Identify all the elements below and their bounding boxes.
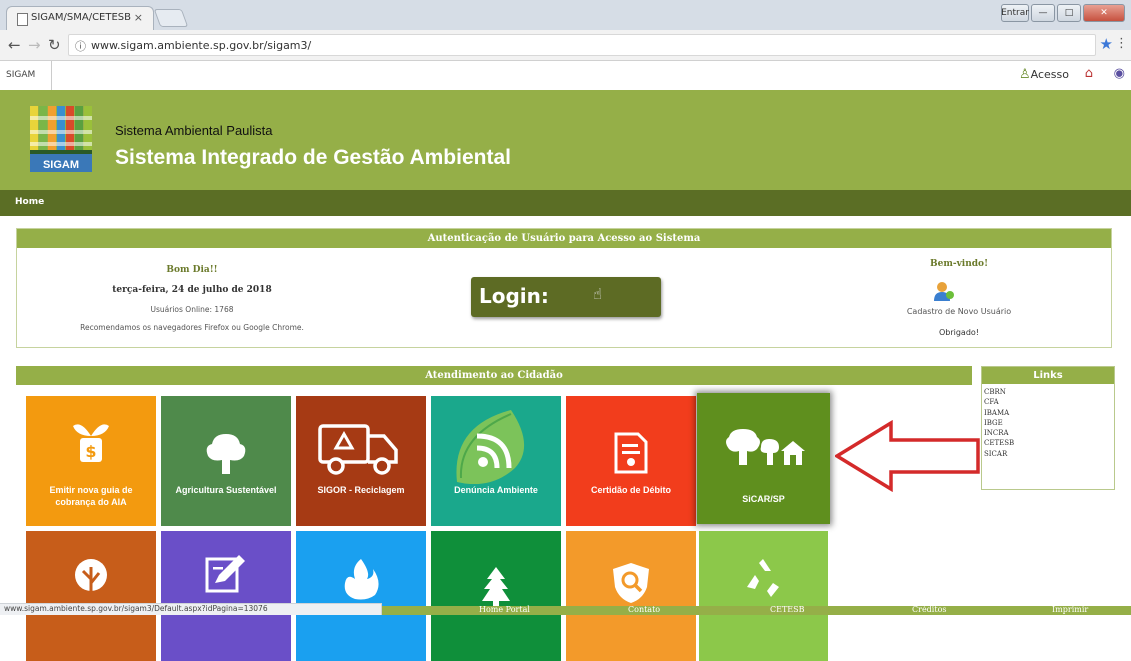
footer-contato-link[interactable]: Contato [628,605,660,614]
tile-label: SiCAR/SP [742,494,785,504]
header-title: Sistema Integrado de Gestão Ambiental [115,146,511,169]
search-shield-icon [613,563,649,603]
login-label: Login: [479,284,549,308]
cursor-hand-icon: ☝ [593,285,603,303]
tile-fire[interactable] [296,531,426,661]
header-subtitle: Sistema Ambiental Paulista [115,123,273,138]
tile-sicar[interactable]: SiCAR/SP [697,393,830,524]
maximize-button[interactable]: □ [1057,4,1081,22]
edit-document-icon [205,555,245,593]
browser-tab[interactable]: SIGAM/SMA/CETESB × [6,6,154,30]
tile-label: SIGOR - Reciclagem [317,485,405,495]
recycling-truck-icon [318,424,398,475]
browser-recommendation: Recomendamos os navegadores Firefox ou G… [80,323,304,332]
logo-text: SIGAM [43,159,79,171]
link-cetesb[interactable]: CETESB [984,438,1014,448]
certificate-icon [614,432,648,474]
new-tab-button[interactable] [153,9,189,27]
auth-header: Autenticação de Usuário para Acesso ao S… [17,229,1111,248]
online-users: Usuários Online: 1768 [150,305,234,314]
bookmark-star-icon[interactable]: ★ [1100,35,1113,53]
login-button[interactable]: Login: ☝ [471,277,661,317]
tile-label: Agricultura Sustentável [175,485,277,495]
user-icon: ♙ [1019,67,1031,82]
tile-recycle[interactable] [699,531,828,661]
sigam-logo: SIGAM [30,106,92,172]
browser-tab-bar: SIGAM/SMA/CETESB × Entrar — □ ✕ [0,0,1131,30]
annotation-arrow-icon [835,420,980,492]
recycle-icon [747,559,779,597]
acesso-link[interactable]: ♙Acesso [1019,67,1069,82]
citizen-services-header: Atendimento ao Cidadão [16,366,972,385]
footer-home-portal-link[interactable]: Home Portal [479,605,530,614]
url-input[interactable]: ⓘ www.sigam.ambiente.sp.gov.br/sigam3/ [68,34,1096,56]
reload-icon[interactable]: ↻ [48,36,61,54]
link-ibge[interactable]: IBGE [984,418,1014,428]
fire-icon [344,559,379,600]
nav-home-link[interactable]: Home [15,197,44,207]
links-panel: Links CBRN CFA IBAMA IBGE INCRA CETESB S… [981,366,1115,490]
site-name: SIGAM [6,70,36,80]
url-text: www.sigam.ambiente.sp.gov.br/sigam3/ [91,39,312,52]
divider [51,61,52,90]
close-window-button[interactable]: ✕ [1083,4,1125,22]
svg-text:$: $ [85,442,96,461]
minimize-button[interactable]: — [1031,4,1055,22]
window-controls: Entrar — □ ✕ [1001,4,1125,22]
link-cfa[interactable]: CFA [984,397,1014,407]
tile-sigor[interactable]: SIGOR - Reciclagem [296,396,426,526]
trees-house-icon [726,429,805,465]
page-icon [17,13,28,26]
footer-imprimir-link[interactable]: Imprimir [1052,605,1088,614]
close-tab-icon[interactable]: × [134,11,143,24]
tile-edit[interactable] [161,531,291,661]
links-list: CBRN CFA IBAMA IBGE INCRA CETESB SICAR [984,387,1014,459]
money-plant-icon: $ [73,424,109,462]
tile-pine[interactable] [431,531,561,661]
forest-tree-icon [75,559,107,595]
pine-tree-icon [482,567,510,609]
tile-label: Denúncia Ambiente [454,485,538,495]
tile-search[interactable] [566,531,696,661]
tile-denuncia[interactable]: Denúncia Ambiente [431,396,561,526]
forward-arrow-icon[interactable]: → [28,36,41,54]
link-cbrn[interactable]: CBRN [984,387,1014,397]
tab-title: SIGAM/SMA/CETESB [31,12,132,23]
footer-cetesb-link[interactable]: CETESB [770,605,805,614]
thanks-text: Obrigado! [938,328,980,337]
address-bar: ← → ↻ ⓘ www.sigam.ambiente.sp.gov.br/sig… [0,30,1131,61]
tile-certidao[interactable]: Certidão de Débito [566,396,696,526]
tree-icon [206,434,246,474]
footer-creditos-link[interactable]: Créditos [912,605,947,614]
tile-label: Certidão de Débito [590,485,671,495]
add-user-icon[interactable] [933,280,955,302]
links-header: Links [982,367,1114,384]
footer-bar: Home Portal Contato CETESB Créditos Impr… [382,605,1131,615]
back-arrow-icon[interactable]: ← [8,36,21,54]
current-date: terça-feira, 24 de julho de 2018 [112,285,272,295]
home-icon[interactable]: ⌂ [1085,66,1093,81]
tile-label: Emitir nova guia de cobrança do AIA [49,485,133,507]
acesso-label: Acesso [1030,68,1069,81]
nav-bar: Home [0,190,1131,216]
tile-emitir-guia[interactable]: $ Emitir nova guia de cobrança do AIA [26,396,156,526]
menu-dots-icon[interactable]: ⋮ [1115,36,1128,51]
profile-button[interactable]: Entrar [1001,4,1029,22]
info-icon[interactable]: ⓘ [75,38,86,54]
browser-status-bar: www.sigam.ambiente.sp.gov.br/sigam3/Defa… [0,603,382,615]
site-header: Sistema Ambiental Paulista Sistema Integ… [0,90,1131,190]
welcome-text: Bem-vindo! [929,259,989,269]
greeting: Bom Dia!! [166,265,218,275]
status-url: www.sigam.ambiente.sp.gov.br/sigam3/Defa… [4,604,268,613]
tile-agricultura[interactable]: Agricultura Sustentável [161,396,291,526]
link-sicar[interactable]: SICAR [984,449,1014,459]
rss-leaf-icon [456,410,525,484]
globe-icon[interactable]: ◉ [1114,66,1125,81]
link-incra[interactable]: INCRA [984,428,1014,438]
site-toolbar: SIGAM ♙Acesso ⌂ ◉ [0,61,1131,91]
new-user-link[interactable]: Cadastro de Novo Usuário [879,307,1039,316]
tile-forest[interactable] [26,531,156,661]
link-ibama[interactable]: IBAMA [984,408,1014,418]
